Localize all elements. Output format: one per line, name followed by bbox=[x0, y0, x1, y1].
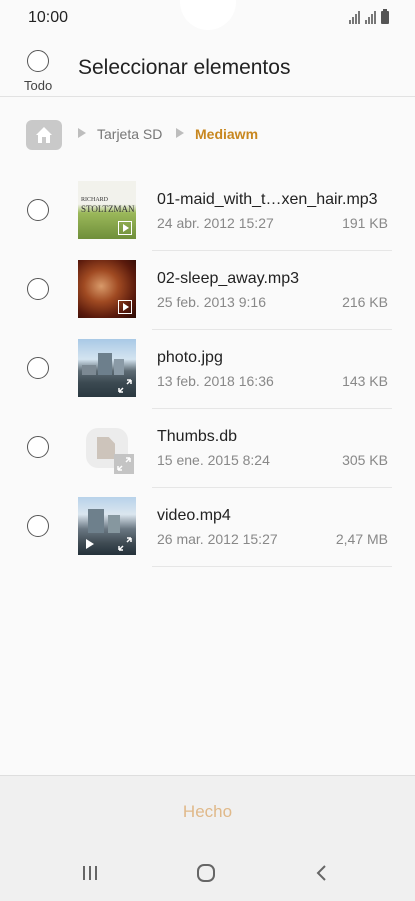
breadcrumb: Tarjeta SD Mediawm bbox=[0, 116, 415, 152]
select-all-circle[interactable] bbox=[27, 50, 49, 72]
play-icon bbox=[118, 300, 132, 314]
navigation-bar bbox=[0, 858, 415, 888]
breadcrumb-current-folder[interactable]: Mediawm bbox=[195, 126, 258, 142]
breadcrumb-sd-card[interactable]: Tarjeta SD bbox=[97, 126, 162, 142]
play-icon bbox=[118, 221, 132, 235]
done-button[interactable]: Hecho bbox=[0, 802, 415, 822]
item-checkbox[interactable] bbox=[27, 278, 49, 300]
album-artist-text: STOLTZMAN bbox=[81, 204, 135, 214]
back-icon[interactable] bbox=[312, 863, 332, 883]
document-thumbnail bbox=[78, 418, 136, 476]
list-item[interactable]: video.mp4 26 mar. 2012 15:27 2,47 MB bbox=[0, 487, 415, 567]
item-checkbox[interactable] bbox=[27, 515, 49, 537]
file-size: 143 KB bbox=[342, 373, 388, 389]
item-info: video.mp4 26 mar. 2012 15:27 2,47 MB bbox=[152, 487, 392, 567]
file-date: 24 abr. 2012 15:27 bbox=[157, 215, 274, 231]
file-size: 216 KB bbox=[342, 294, 388, 310]
item-checkbox[interactable] bbox=[27, 436, 49, 458]
expand-icon bbox=[114, 454, 134, 474]
expand-icon bbox=[118, 537, 132, 551]
file-date: 13 feb. 2018 16:36 bbox=[157, 373, 274, 389]
selection-header: Todo Seleccionar elementos bbox=[0, 36, 415, 97]
select-all-label: Todo bbox=[24, 78, 53, 93]
home-icon[interactable] bbox=[26, 120, 62, 150]
page-title: Seleccionar elementos bbox=[78, 56, 291, 79]
album-cover-thumbnail: RICHARD STOLTZMAN bbox=[78, 181, 136, 239]
expand-icon bbox=[118, 379, 132, 393]
video-thumbnail bbox=[78, 497, 136, 555]
select-all-checkbox[interactable]: Todo bbox=[17, 50, 61, 96]
item-checkbox[interactable] bbox=[27, 357, 49, 379]
status-time: 10:00 bbox=[28, 9, 69, 26]
file-name: 01-maid_with_t…xen_hair.mp3 bbox=[157, 191, 378, 208]
file-date: 25 feb. 2013 9:16 bbox=[157, 294, 266, 310]
item-info: Thumbs.db 15 ene. 2015 8:24 305 KB bbox=[152, 408, 392, 488]
file-size: 191 KB bbox=[342, 215, 388, 231]
breadcrumb-separator-icon bbox=[176, 128, 184, 138]
file-name: 02-sleep_away.mp3 bbox=[157, 270, 300, 287]
album-artist-text: RICHARD bbox=[81, 197, 109, 203]
file-name: photo.jpg bbox=[157, 349, 223, 366]
file-size: 305 KB bbox=[342, 452, 388, 468]
recents-icon[interactable] bbox=[80, 863, 100, 883]
list-item[interactable]: photo.jpg 13 feb. 2018 16:36 143 KB bbox=[0, 329, 415, 409]
breadcrumb-separator-icon bbox=[78, 128, 86, 138]
list-item[interactable]: 02-sleep_away.mp3 25 feb. 2013 9:16 216 … bbox=[0, 250, 415, 330]
file-name: Thumbs.db bbox=[157, 428, 238, 445]
file-list: RICHARD STOLTZMAN 01-maid_with_t…xen_hai… bbox=[0, 171, 415, 567]
file-date: 26 mar. 2012 15:27 bbox=[157, 531, 278, 547]
status-bar: 10:00 bbox=[0, 0, 415, 36]
file-size: 2,47 MB bbox=[335, 531, 388, 547]
system-icons bbox=[349, 9, 389, 24]
camera-notch bbox=[180, 0, 236, 30]
item-info: 02-sleep_away.mp3 25 feb. 2013 9:16 216 … bbox=[152, 250, 392, 330]
album-cover-thumbnail bbox=[78, 260, 136, 318]
home-nav-icon[interactable] bbox=[195, 862, 217, 884]
file-name: video.mp4 bbox=[157, 507, 231, 524]
item-info: 01-maid_with_t…xen_hair.mp3 24 abr. 2012… bbox=[152, 171, 392, 251]
bottom-bar: Hecho bbox=[0, 775, 415, 901]
list-item[interactable]: Thumbs.db 15 ene. 2015 8:24 305 KB bbox=[0, 408, 415, 488]
signal-icon bbox=[349, 11, 360, 24]
file-date: 15 ene. 2015 8:24 bbox=[157, 452, 270, 468]
list-item[interactable]: RICHARD STOLTZMAN 01-maid_with_t…xen_hai… bbox=[0, 171, 415, 251]
item-checkbox[interactable] bbox=[27, 199, 49, 221]
play-icon bbox=[86, 539, 94, 549]
photo-thumbnail bbox=[78, 339, 136, 397]
item-info: photo.jpg 13 feb. 2018 16:36 143 KB bbox=[152, 329, 392, 409]
battery-icon bbox=[381, 9, 389, 24]
signal-icon bbox=[365, 11, 376, 24]
